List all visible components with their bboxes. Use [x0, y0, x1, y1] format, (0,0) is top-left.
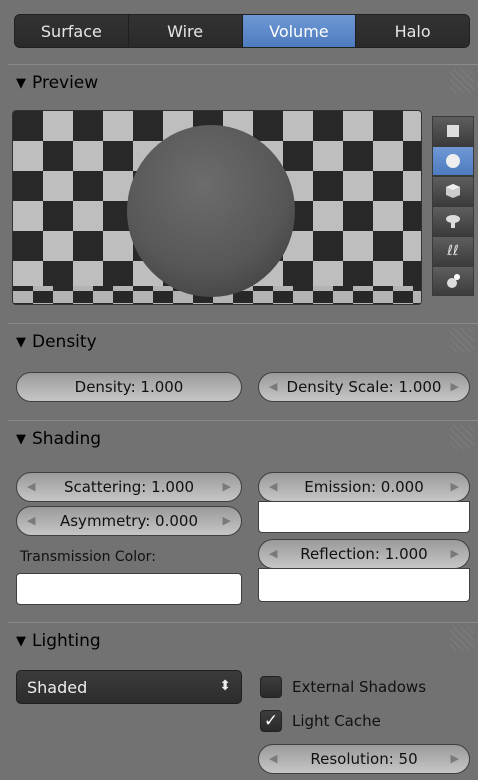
- emission-label: Emission: 0.000: [304, 478, 424, 496]
- panel-drag-grip-icon[interactable]: [450, 69, 474, 93]
- collapse-triangle-icon: ▼: [16, 334, 26, 350]
- material-preview-render: [12, 110, 422, 305]
- collapse-triangle-icon: ▼: [16, 75, 26, 91]
- checkmark-icon[interactable]: ✓: [260, 710, 282, 732]
- tab-wire[interactable]: Wire: [127, 15, 242, 47]
- shading-panel-title: Shading: [32, 429, 102, 449]
- panel-drag-grip-icon[interactable]: [450, 425, 474, 449]
- emission-field[interactable]: ◀ Emission: 0.000 ▶: [258, 472, 470, 502]
- external-shadows-label: External Shadows: [292, 678, 427, 696]
- increment-arrow-icon[interactable]: ▶: [451, 752, 459, 765]
- lighting-mode-dropdown[interactable]: Shaded ⬍: [16, 670, 242, 704]
- reflection-label: Reflection: 1.000: [300, 545, 428, 563]
- density-field-label: Density: 1.000: [74, 378, 184, 396]
- density-panel: ▼ Density: [8, 323, 478, 418]
- lighting-panel-title: Lighting: [32, 631, 101, 651]
- decrement-arrow-icon[interactable]: ◀: [269, 380, 277, 393]
- transmission-color-label: Transmission Color:: [20, 549, 156, 565]
- sphere-icon[interactable]: [432, 146, 474, 176]
- preview-panel-title: Preview: [32, 73, 99, 93]
- light-cache-label: Light Cache: [292, 712, 381, 730]
- density-scale-label: Density Scale: 1.000: [286, 378, 442, 396]
- light-cache-checkbox[interactable]: ✓ Light Cache: [260, 710, 381, 732]
- reflection-field[interactable]: ◀ Reflection: 1.000 ▶: [258, 539, 470, 569]
- scattering-field[interactable]: ◀ Scattering: 1.000 ▶: [16, 472, 242, 502]
- collapse-triangle-icon: ▼: [16, 431, 26, 447]
- resolution-label: Resolution: 50: [310, 750, 418, 768]
- increment-arrow-icon[interactable]: ▶: [451, 380, 459, 393]
- checkbox-unchecked-icon[interactable]: [260, 676, 282, 698]
- panel-drag-grip-icon[interactable]: [450, 627, 474, 651]
- density-scale-field[interactable]: ◀ Density Scale: 1.000 ▶: [258, 372, 470, 402]
- emission-color-swatch[interactable]: [258, 501, 470, 533]
- tab-surface[interactable]: Surface: [15, 15, 128, 47]
- decrement-arrow-icon[interactable]: ◀: [27, 480, 35, 493]
- sphere-lamp-icon[interactable]: [432, 266, 474, 296]
- increment-arrow-icon[interactable]: ▶: [223, 514, 231, 527]
- lighting-mode-value: Shaded: [27, 677, 88, 697]
- scattering-label: Scattering: 1.000: [63, 478, 195, 496]
- cube-icon[interactable]: [432, 176, 474, 206]
- decrement-arrow-icon[interactable]: ◀: [269, 752, 277, 765]
- transmission-color-swatch[interactable]: [16, 573, 242, 605]
- decrement-arrow-icon[interactable]: ◀: [269, 480, 277, 493]
- decrement-arrow-icon[interactable]: ◀: [269, 547, 277, 560]
- preview-shape-buttons: ℓℓ: [432, 116, 474, 296]
- preview-checker-scene: [13, 111, 421, 304]
- material-type-tabs: Surface Wire Volume Halo: [14, 14, 470, 48]
- increment-arrow-icon[interactable]: ▶: [451, 480, 459, 493]
- density-panel-header[interactable]: ▼ Density: [8, 324, 478, 360]
- shading-panel-header[interactable]: ▼ Shading: [8, 421, 478, 457]
- increment-arrow-icon[interactable]: ▶: [451, 547, 459, 560]
- tab-halo[interactable]: Halo: [355, 15, 469, 47]
- tab-volume[interactable]: Volume: [241, 15, 356, 47]
- preview-panel-header[interactable]: ▼ Preview: [8, 65, 478, 101]
- updown-arrows-icon: ⬍: [219, 678, 231, 694]
- lighting-panel-header[interactable]: ▼ Lighting: [8, 623, 478, 659]
- reflection-color-swatch[interactable]: [258, 568, 470, 602]
- panel-drag-grip-icon[interactable]: [450, 328, 474, 352]
- preview-sphere: [127, 125, 295, 297]
- asymmetry-field[interactable]: ◀ Asymmetry: 0.000 ▶: [16, 506, 242, 536]
- resolution-field[interactable]: ◀ Resolution: 50 ▶: [258, 744, 470, 774]
- density-panel-title: Density: [32, 332, 97, 352]
- asymmetry-label: Asymmetry: 0.000: [59, 512, 198, 530]
- density-field[interactable]: Density: 1.000: [16, 372, 242, 402]
- collapse-triangle-icon: ▼: [16, 633, 26, 649]
- external-shadows-checkbox[interactable]: External Shadows: [260, 676, 426, 698]
- square-icon[interactable]: [432, 116, 474, 146]
- decrement-arrow-icon[interactable]: ◀: [27, 514, 35, 527]
- monkey-icon[interactable]: [432, 206, 474, 236]
- increment-arrow-icon[interactable]: ▶: [223, 480, 231, 493]
- hair-icon[interactable]: ℓℓ: [432, 236, 474, 266]
